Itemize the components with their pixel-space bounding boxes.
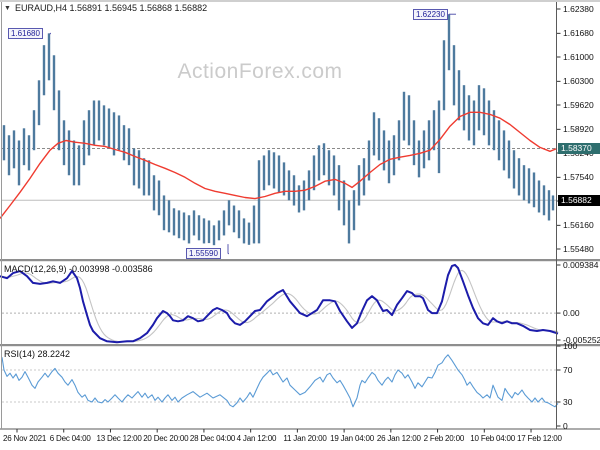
price-tick-label: 1.56160: [563, 220, 594, 231]
time-axis-label: 19 Jan 04:00: [330, 434, 374, 443]
time-axis-label: 4 Jan 12:00: [236, 434, 277, 443]
price-annotation-label[interactable]: 1.55590: [186, 248, 221, 260]
time-axis-label: 26 Nov 2021: [3, 434, 47, 443]
macd-indicator-label: MACD(12,26,9) -0.003998 -0.003586: [4, 264, 153, 274]
rsi-panel[interactable]: [2, 347, 557, 429]
rsi-tick-label: 70: [563, 365, 573, 375]
time-axis-label: 20 Dec 20:00: [143, 434, 189, 443]
current-price-badge: 1.56882: [558, 194, 600, 206]
time-axis-label: 17 Feb 12:00: [517, 434, 562, 443]
price-tick-label: 1.57540: [563, 172, 594, 183]
macd-tick-label: 0.00: [563, 308, 580, 319]
price-tick-label: 1.61000: [563, 52, 594, 62]
time-axis-label: 11 Jan 20:00: [283, 434, 327, 443]
price-tick-label: 1.55480: [563, 244, 594, 254]
price-tick-label: 1.62380: [563, 4, 594, 14]
time-axis-label: 10 Feb 04:00: [470, 434, 516, 443]
price-tick-label: 1.60300: [563, 76, 594, 87]
rsi-indicator-label: RSI(14) 28.2242: [4, 349, 71, 359]
time-axis-label: 13 Dec 12:00: [96, 434, 142, 443]
rsi-tick-label: 0: [563, 421, 568, 431]
macd-panel[interactable]: [2, 262, 557, 344]
chart-window: ActionForex.com ▼ EURAUD,H4 1.56891 1.569…: [0, 0, 600, 450]
collapse-arrow-icon[interactable]: ▼: [4, 5, 11, 12]
symbol-ohlc-text: EURAUD,H4 1.56891 1.56945 1.56868 1.5688…: [14, 3, 208, 13]
price-tick-label: 1.58920: [563, 124, 594, 135]
rsi-tick-label: 100: [563, 341, 578, 351]
macd-tick-label: 0.009384: [563, 260, 599, 270]
time-axis-label: 28 Dec 04:00: [189, 434, 236, 443]
rsi-tick-label: 30: [563, 397, 573, 407]
price-annotation-label[interactable]: 1.61680: [8, 27, 43, 39]
ma-value-badge: 1.58370: [558, 142, 600, 154]
price-tick-label: 1.61680: [563, 28, 594, 39]
panel-separator: [0, 344, 600, 346]
panel-separator: [0, 259, 600, 261]
symbol-header: ▼ EURAUD,H4 1.56891 1.56945 1.56868 1.568…: [4, 3, 207, 13]
main-chart-panel[interactable]: [2, 2, 557, 259]
price-annotation-label[interactable]: 1.62230: [413, 8, 448, 20]
time-axis-label: 6 Dec 04:00: [49, 434, 91, 443]
time-axis-label: 26 Jan 12:00: [376, 434, 421, 443]
price-tick-label: 1.59620: [563, 100, 594, 110]
time-axis-label: 2 Feb 20:00: [423, 434, 465, 443]
